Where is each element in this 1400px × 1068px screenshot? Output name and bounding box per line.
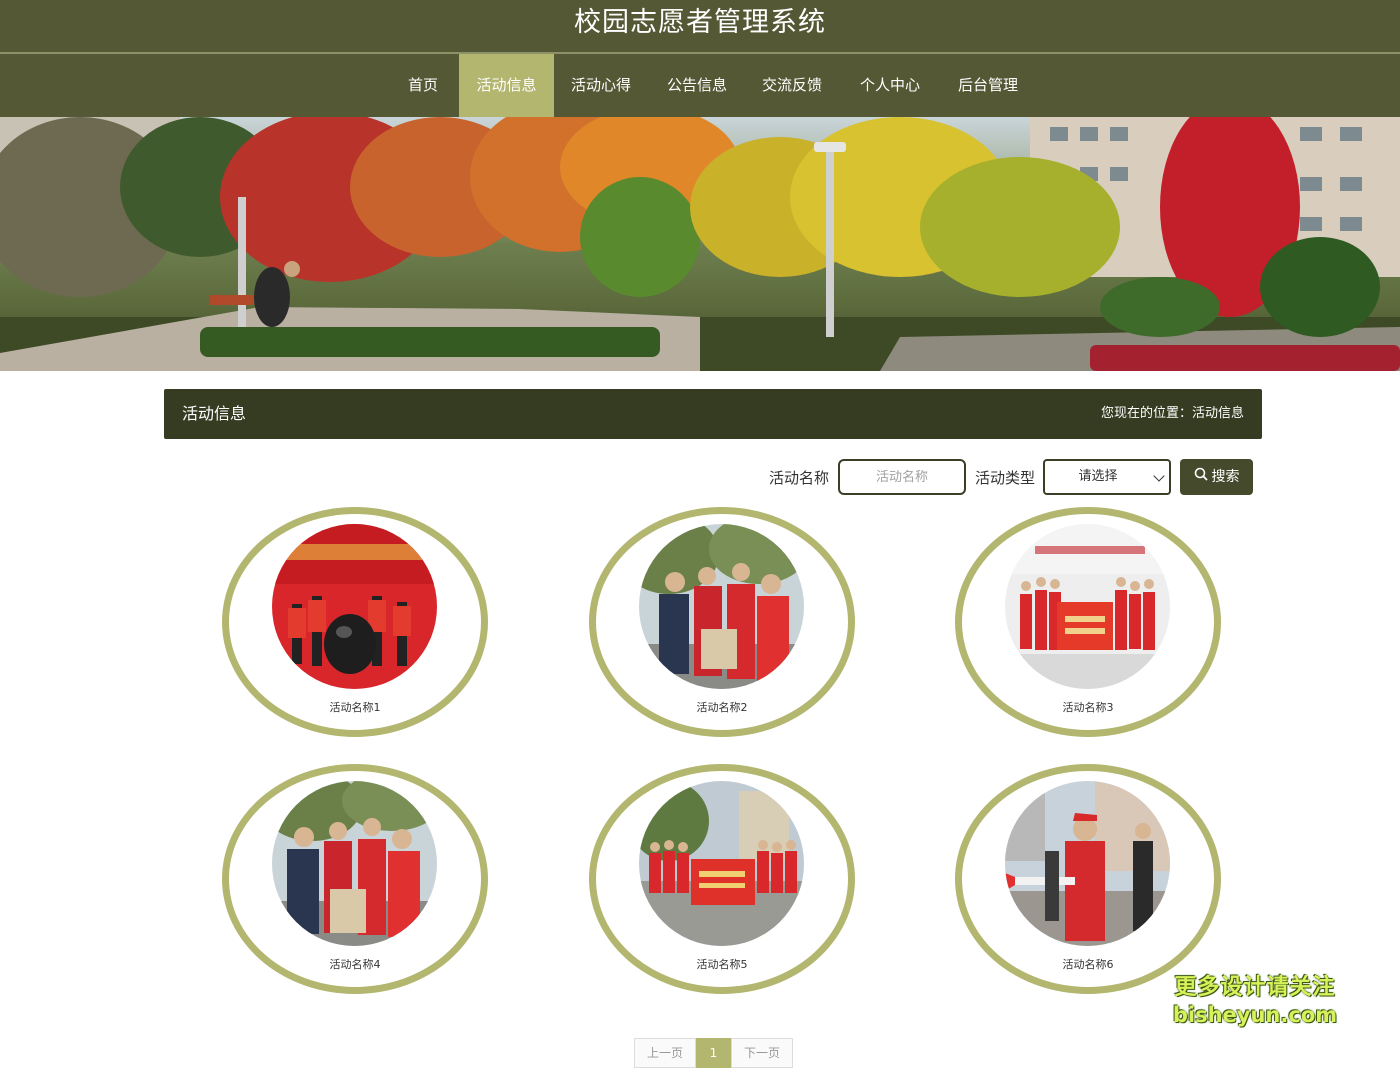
nav-item-personal-center[interactable]: 个人中心 [849,54,931,117]
activity-photo [1005,781,1170,946]
activity-name: 活动名称3 [1062,701,1114,714]
activity-card[interactable]: 活动名称3 [955,507,1221,737]
nav-item-home[interactable]: 首页 [395,54,451,117]
activity-name: 活动名称6 [1062,958,1114,971]
activity-type-label: 活动类型 [975,469,1036,487]
pagination-prev[interactable]: 上一页 [634,1038,696,1068]
pagination-next[interactable]: 下一页 [731,1038,793,1068]
nav-item-announcements[interactable]: 公告信息 [656,54,738,117]
section-header-bar: 活动信息 您现在的位置：活动信息 [164,389,1262,439]
activity-photo [639,524,804,689]
activity-name: 活动名称5 [696,958,748,971]
activity-card[interactable]: 活动名称5 [589,764,855,994]
activity-name-input[interactable] [838,459,966,495]
nav-item-admin[interactable]: 后台管理 [947,54,1029,117]
search-button-label: 搜索 [1211,469,1240,485]
activity-photo [1005,524,1170,689]
activity-photo [272,524,437,689]
banner-image [0,117,1400,371]
search-icon [1194,459,1208,495]
search-button[interactable]: 搜索 [1180,459,1253,495]
campus-autumn-scene [0,117,1400,371]
watermark-line1: 更多设计请关注 [1174,975,1336,1000]
section-title: 活动信息 [182,404,247,423]
activity-card[interactable]: 活动名称4 [222,764,488,994]
activity-card[interactable]: 活动名称1 [222,507,488,737]
main-nav: 首页 活动信息 活动心得 公告信息 交流反馈 个人中心 后台管理 [0,54,1400,117]
pagination-page-current[interactable]: 1 [696,1038,731,1068]
activity-name: 活动名称2 [696,701,748,714]
nav-item-activities[interactable]: 活动信息 [459,54,554,117]
nav-item-feedback[interactable]: 交流反馈 [751,54,833,117]
watermark-line2: bisheyun.com [1172,1003,1338,1027]
activity-name: 活动名称1 [329,701,381,714]
activity-card[interactable]: 活动名称6 [955,764,1221,994]
breadcrumb: 您现在的位置：活动信息 [1100,406,1244,421]
chevron-down-icon [1153,470,1165,482]
activity-photo [272,781,437,946]
activity-type-select[interactable]: 请选择 [1043,459,1171,495]
activity-type-selected: 请选择 [1078,469,1118,484]
site-header: 校园志愿者管理系统 首页 活动信息 活动心得 公告信息 交流反馈 个人中心 后台… [0,0,1400,117]
activity-name: 活动名称4 [329,958,381,971]
nav-item-experiences[interactable]: 活动心得 [560,54,642,117]
site-title: 校园志愿者管理系统 [574,7,826,38]
activity-name-label: 活动名称 [769,469,830,487]
activity-card[interactable]: 活动名称2 [589,507,855,737]
activity-photo [639,781,804,946]
watermark: 更多设计请关注 bisheyun.com [1170,974,1340,1028]
